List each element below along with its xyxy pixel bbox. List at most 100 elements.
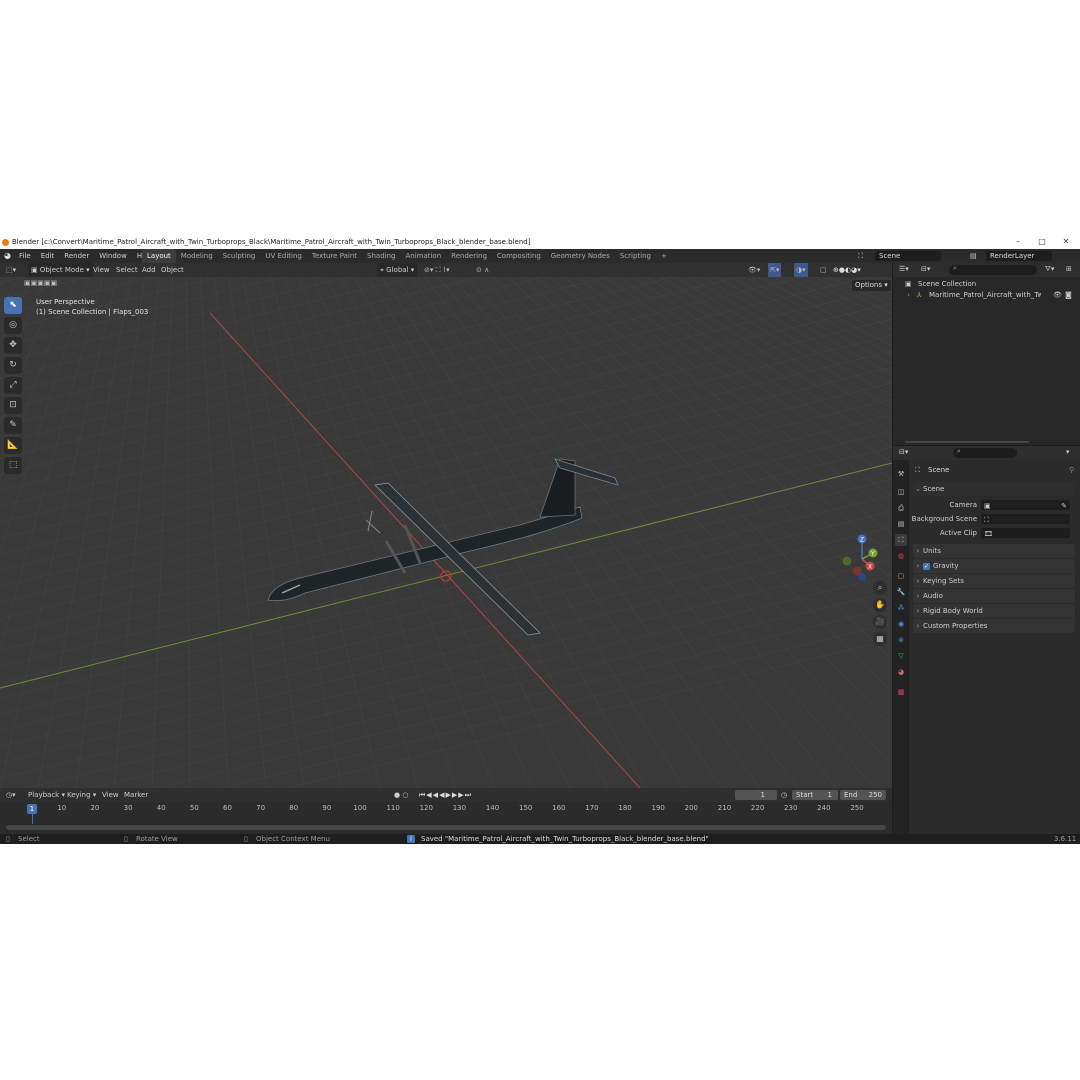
transform-orientation[interactable]: ⌖ Global ▾ xyxy=(377,263,418,277)
perspective-toggle-icon[interactable]: ▦ xyxy=(873,632,887,646)
tab-modeling[interactable]: Modeling xyxy=(176,249,218,263)
tab-shading[interactable]: Shading xyxy=(362,249,400,263)
cursor-tool-icon[interactable]: ◎ xyxy=(4,317,22,334)
panel-rigid-body-world[interactable]: › Rigid Body World xyxy=(913,604,1075,618)
tab-world-icon[interactable]: ◍ xyxy=(895,550,907,562)
tab-compositing[interactable]: Compositing xyxy=(492,249,546,263)
eyedropper-icon[interactable]: ✎ xyxy=(1061,500,1067,512)
pin-icon[interactable]: ⚲ xyxy=(1069,466,1074,474)
properties-options-icon[interactable]: ▾ xyxy=(1066,448,1070,456)
properties-search-input[interactable]: ⌕ xyxy=(953,447,1017,458)
tab-tool-icon[interactable]: ⚒ xyxy=(895,468,907,480)
proportional-edit-icon[interactable]: ⊙ ∧ xyxy=(476,263,489,277)
tab-layout[interactable]: Layout xyxy=(142,249,176,263)
expand-arrow-icon[interactable]: › xyxy=(907,290,910,301)
rotate-tool-icon[interactable]: ↻ xyxy=(4,357,22,374)
tab-particles-icon[interactable]: ⁂ xyxy=(895,602,907,614)
outliner-row-scene-collection[interactable]: ▣ Scene Collection xyxy=(893,279,1080,290)
camera-icon[interactable]: ◙ xyxy=(1065,290,1072,301)
menu-render[interactable]: Render xyxy=(59,249,94,263)
menu-edit[interactable]: Edit xyxy=(36,249,60,263)
camera-view-icon[interactable]: 🎥 xyxy=(873,615,887,629)
tab-modifiers-icon[interactable]: 🔧 xyxy=(895,586,907,598)
outliner-editor-type-icon[interactable]: ☰▾ xyxy=(899,265,909,273)
timeline-menu-keying[interactable]: Keying ▾ xyxy=(67,788,96,802)
new-collection-icon[interactable]: ⊞ xyxy=(1066,265,1072,273)
filter-icon[interactable]: ⛛▾ xyxy=(1045,265,1054,274)
active-clip-field[interactable]: 🎞 xyxy=(981,528,1070,538)
clock-icon[interactable]: ◷ xyxy=(781,788,787,802)
gravity-checkbox[interactable]: ✓ xyxy=(923,562,930,570)
panel-keying-sets[interactable]: › Keying Sets xyxy=(913,574,1075,588)
camera-field[interactable]: ▣ ✎ xyxy=(981,500,1070,510)
3d-viewport[interactable]: ⬚▾ ▣ Object Mode ▾ View Select Add Objec… xyxy=(0,263,892,788)
move-tool-icon[interactable]: ✥ xyxy=(4,337,22,354)
tab-material-icon[interactable]: ◕ xyxy=(895,666,907,678)
current-frame-field[interactable]: 1 xyxy=(735,790,777,800)
minimize-button[interactable]: – xyxy=(1006,236,1030,249)
tab-geometry-nodes[interactable]: Geometry Nodes xyxy=(546,249,615,263)
measure-tool-icon[interactable]: 📐 xyxy=(4,437,22,454)
menu-window[interactable]: Window xyxy=(94,249,132,263)
shading-modes-icon[interactable]: ⊕●◐◕▾ xyxy=(833,263,861,277)
timeline-menu-view[interactable]: View xyxy=(102,788,119,802)
display-mode-icon[interactable]: ⊟▾ xyxy=(921,265,930,273)
playhead-frame[interactable]: 1 xyxy=(27,804,37,814)
properties-editor-type-icon[interactable]: ⊟▾ xyxy=(899,448,908,456)
xray-icon[interactable]: ▢ xyxy=(820,263,827,277)
gizmo-neg-y-icon[interactable] xyxy=(842,556,852,566)
tab-render-icon[interactable]: ◫ xyxy=(895,486,907,498)
eye-icon[interactable]: 👁 xyxy=(1053,290,1062,301)
tab-scene-icon[interactable]: ⛶ xyxy=(895,534,907,546)
playback-controls-icon[interactable]: ⏮◀◀◀▶▶▶⏭ xyxy=(419,788,472,802)
timeline-menu-playback[interactable]: Playback ▾ xyxy=(28,788,65,802)
tab-view-layer-icon[interactable]: ▤ xyxy=(895,518,907,530)
gizmo-toggle-icon[interactable]: ⇱▾ xyxy=(768,263,782,277)
pan-hand-icon[interactable]: ✋ xyxy=(873,598,887,612)
overlay-toggle-icon[interactable]: ◑▾ xyxy=(794,263,808,277)
tab-animation[interactable]: Animation xyxy=(400,249,446,263)
panel-units[interactable]: › Units xyxy=(913,544,1075,558)
select-box-tool-icon[interactable]: ⬉ xyxy=(4,297,22,314)
annotate-tool-icon[interactable]: ✎ xyxy=(4,417,22,434)
panel-scene[interactable]: ⌄ Scene xyxy=(913,482,1075,496)
tab-sculpting[interactable]: Sculpting xyxy=(218,249,261,263)
scene-selector[interactable]: Scene xyxy=(875,251,941,261)
record-button-icon[interactable]: ● ○ xyxy=(394,788,408,802)
viewport-menu-object[interactable]: Object xyxy=(161,263,184,277)
timeline-editor-type-icon[interactable]: ◷▾ xyxy=(6,788,16,802)
outliner-search-input[interactable]: ⌕ xyxy=(949,264,1037,275)
gizmo-neg-z-icon[interactable] xyxy=(858,573,866,581)
scale-tool-icon[interactable]: ⤢ xyxy=(4,377,22,394)
mode-selector[interactable]: ▣ Object Mode ▾ xyxy=(28,263,93,277)
options-dropdown[interactable]: Options ▾ xyxy=(852,280,891,291)
tab-constraints-icon[interactable]: ⊗ xyxy=(895,634,907,646)
aircraft-model[interactable] xyxy=(267,458,619,636)
viewport-menu-view[interactable]: View xyxy=(93,263,110,277)
view-layer-selector[interactable]: RenderLayer xyxy=(986,251,1052,261)
snap-icon[interactable]: ⊘▾ ⛶ ⌇▾ xyxy=(424,263,450,277)
tab-rendering[interactable]: Rendering xyxy=(446,249,492,263)
panel-gravity[interactable]: › ✓ Gravity xyxy=(913,559,1075,573)
panel-custom-properties[interactable]: › Custom Properties xyxy=(913,619,1075,633)
editor-type-icon[interactable]: ⬚▾ xyxy=(6,263,16,277)
tab-physics-icon[interactable]: ◉ xyxy=(895,618,907,630)
outliner-row-aircraft[interactable]: › ⅄ Maritime_Patrol_Aircraft_with_Twin_T… xyxy=(893,290,1080,301)
visibility-icon[interactable]: 👁▾ xyxy=(748,263,760,277)
add-workspace-button[interactable]: + xyxy=(656,249,672,263)
blender-menu-icon[interactable]: ◕ xyxy=(4,249,11,263)
close-button[interactable]: ✕ xyxy=(1054,236,1078,249)
panel-audio[interactable]: › Audio xyxy=(913,589,1075,603)
start-frame-field[interactable]: Start 1 xyxy=(792,790,838,800)
tab-data-icon[interactable]: ▽ xyxy=(895,650,907,662)
frame-ruler[interactable]: 1 10 20 30 40 50 60 70 80 90 100 110 120 130 140 150 16… xyxy=(0,803,892,815)
navigation-gizmo[interactable]: Z X Y xyxy=(838,531,888,587)
zoom-icon[interactable]: ⌕ xyxy=(873,581,887,595)
transform-tool-icon[interactable]: ⊡ xyxy=(4,397,22,414)
timeline-scrollbar[interactable] xyxy=(6,825,886,830)
viewport-menu-add[interactable]: Add xyxy=(142,263,156,277)
menu-file[interactable]: File xyxy=(14,249,36,263)
end-frame-field[interactable]: End 250 xyxy=(840,790,886,800)
outliner-scrollbar[interactable] xyxy=(905,441,1029,443)
tab-texture-icon[interactable]: ▩ xyxy=(895,686,907,698)
